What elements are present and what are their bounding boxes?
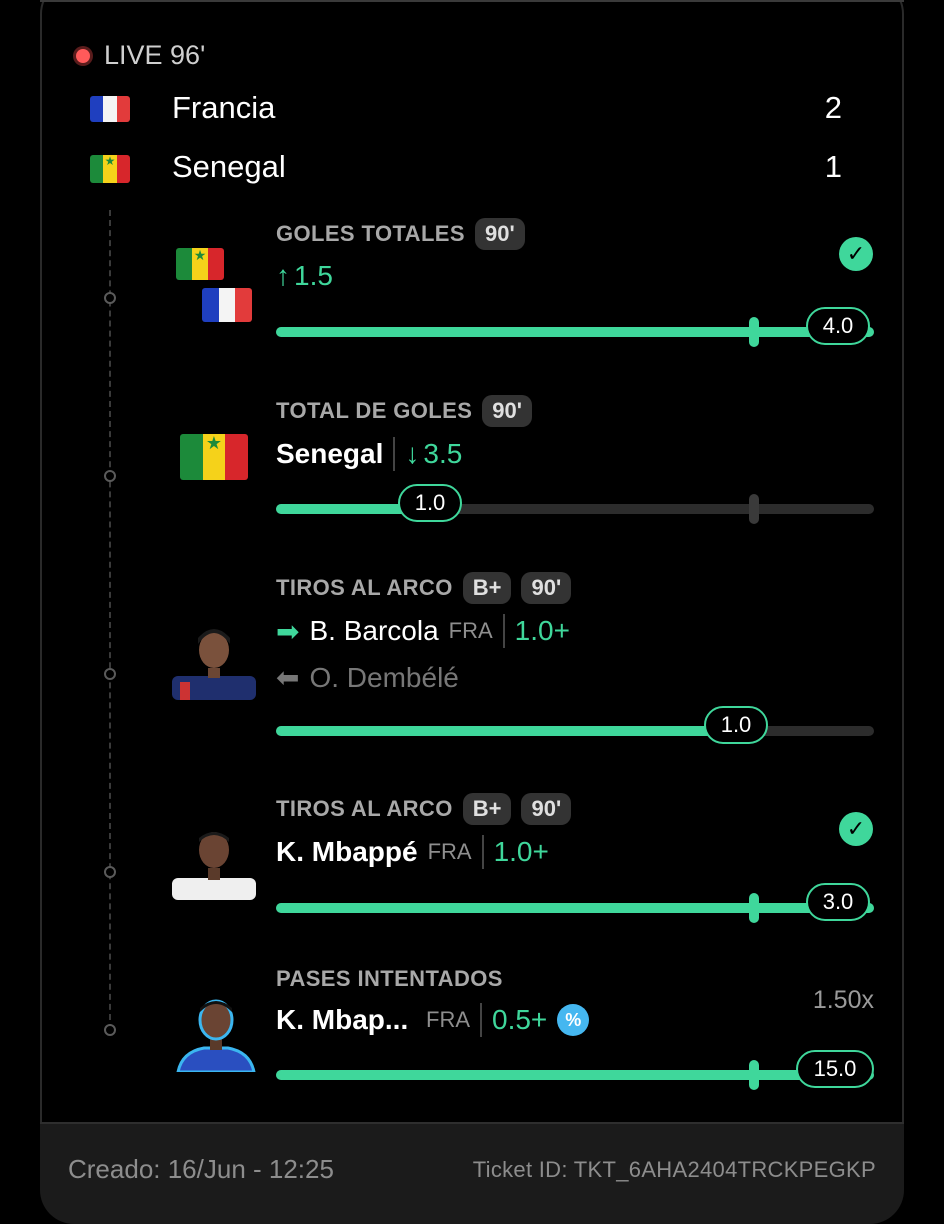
- timeline-node: [104, 1024, 116, 1036]
- selection-value: 1.0+: [514, 615, 570, 646]
- player-avatar: [172, 616, 256, 700]
- check-icon: ✓: [839, 237, 873, 271]
- boost-chip: B+: [462, 572, 512, 604]
- current-value-bubble: 1.0: [398, 484, 462, 522]
- period-chip: 90': [474, 218, 525, 250]
- timeline-node: [104, 866, 116, 878]
- period-chip: 90': [482, 395, 532, 427]
- bet-selection: Senegal ↓ 3.5: [276, 437, 462, 471]
- arrow-left-icon: ⬅: [276, 662, 300, 693]
- period-chip: 90': [521, 793, 572, 825]
- current-value-bubble: 1.0: [704, 706, 768, 744]
- timeline-node: [104, 292, 116, 304]
- bet-market-label: TOTAL DE GOLES 90': [276, 395, 532, 427]
- market-name: GOLES TOTALES: [276, 221, 465, 246]
- target-marker: [749, 494, 759, 524]
- progress-fill: [276, 1070, 874, 1080]
- current-value-bubble: 4.0: [806, 307, 870, 345]
- market-name: PASES INTENTADOS: [276, 966, 503, 991]
- substituted-player: ⬅ O. Dembélé: [276, 661, 459, 694]
- france-flag-icon: [202, 288, 252, 322]
- separator: [502, 614, 505, 648]
- arrow-up-icon: ↑: [276, 260, 290, 291]
- france-flag-icon: [90, 96, 130, 122]
- bet-selection: K. Mbappé FRA 1.0+: [276, 835, 549, 869]
- boost-chip: B+: [462, 793, 512, 825]
- team-score: 2: [824, 90, 842, 125]
- progress-track: 3.0: [276, 883, 874, 923]
- progress-track: 4.0: [276, 307, 874, 347]
- timeline-node: [104, 668, 116, 680]
- senegal-flag-icon: ★: [180, 434, 248, 480]
- target-marker: [749, 893, 759, 923]
- market-name: TIROS AL ARCO: [276, 796, 453, 821]
- selection-value: 0.5+: [492, 1004, 548, 1035]
- player-name: K. Mbap...: [276, 1004, 409, 1035]
- player-avatar: [172, 816, 256, 900]
- player-avatar: [174, 988, 258, 1072]
- bet-selection: ↑ 1.5: [276, 260, 333, 292]
- bet-selection: K. Mbap... FRA 0.5+ %: [276, 1003, 590, 1037]
- team-name: Francia: [172, 90, 276, 125]
- progress-fill: [276, 726, 736, 736]
- separator: [393, 437, 396, 471]
- live-dot-icon: [76, 48, 90, 63]
- live-status: LIVE 96': [76, 40, 205, 71]
- market-name: TOTAL DE GOLES: [276, 398, 473, 423]
- player-team: FRA: [426, 1007, 470, 1032]
- selection-value: 1.0+: [493, 836, 549, 867]
- player-in-name: B. Barcola: [309, 615, 439, 646]
- team-row-france: Francia 2: [90, 90, 850, 130]
- arrow-down-icon: ↓: [405, 438, 420, 469]
- player-team: FRA: [448, 618, 493, 643]
- selection-value: 1.5: [294, 260, 333, 291]
- current-value-bubble: 15.0: [796, 1050, 874, 1088]
- team-row-senegal: ★ Senegal 1: [90, 149, 850, 189]
- percent-badge-icon: %: [557, 1004, 590, 1036]
- target-marker: [749, 317, 759, 347]
- player-out-name: O. Dembélé: [309, 661, 459, 693]
- team-score: 1: [824, 149, 842, 184]
- created-date: Creado: 16/Jun - 12:25: [68, 1154, 334, 1184]
- live-status-text: LIVE 96': [104, 40, 206, 70]
- current-value-bubble: 3.0: [806, 883, 870, 921]
- senegal-flag-icon: ★: [176, 248, 224, 280]
- arrow-right-icon: ➡: [276, 615, 300, 647]
- progress-fill: [276, 903, 874, 913]
- senegal-flag-icon: ★: [90, 155, 130, 183]
- check-icon: ✓: [839, 812, 873, 846]
- separator: [481, 835, 484, 869]
- player-team: FRA: [427, 839, 472, 864]
- ticket-footer: Creado: 16/Jun - 12:25 Ticket ID: TKT_6A…: [40, 1122, 904, 1224]
- ticket-id: Ticket ID: TKT_6AHA2404TRCKPEGKP: [472, 1157, 876, 1182]
- bet-market-label: TIROS AL ARCO B+ 90': [276, 572, 572, 604]
- multiplier: 1.50x: [812, 986, 874, 1014]
- target-marker: [749, 1060, 759, 1090]
- progress-fill: [276, 327, 874, 337]
- card-top-border: [40, 0, 904, 10]
- period-chip: 90': [521, 572, 572, 604]
- player-name: K. Mbappé: [276, 836, 418, 867]
- team-name: Senegal: [276, 438, 384, 469]
- progress-track: 1.0: [276, 706, 874, 744]
- bet-market-label: GOLES TOTALES 90': [276, 218, 525, 250]
- separator: [480, 1003, 482, 1037]
- team-name: Senegal: [172, 149, 286, 184]
- timeline-node: [104, 470, 116, 482]
- progress-track: 1.0: [276, 484, 874, 524]
- bet-selection: ➡ B. Barcola FRA 1.0+: [276, 614, 570, 648]
- selection-value: 3.5: [423, 438, 463, 469]
- timeline-line: [109, 210, 111, 1030]
- bet-market-label: PASES INTENTADOS: [276, 966, 503, 992]
- progress-track: 15.0: [276, 1050, 874, 1090]
- market-name: TIROS AL ARCO: [276, 575, 453, 600]
- bet-market-label: TIROS AL ARCO B+ 90': [276, 793, 572, 825]
